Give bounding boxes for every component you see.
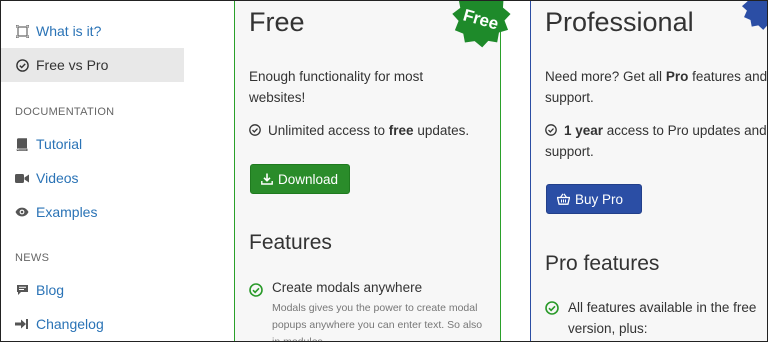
access-text-post: updates. <box>413 123 470 138</box>
sidebar-item-what-is-it[interactable]: What is it? <box>1 14 184 48</box>
features-title: Features <box>249 231 332 254</box>
shopping-basket-icon <box>557 193 570 205</box>
comment-icon <box>15 283 29 297</box>
green-check-circle-icon <box>545 301 559 315</box>
download-button[interactable]: Download <box>250 164 350 194</box>
check-circle-icon <box>545 124 557 136</box>
buy-pro-button[interactable]: Buy Pro <box>546 184 642 214</box>
pro-features-title: Pro features <box>545 252 660 275</box>
pro-intro-pre: Need more? Get all <box>545 69 666 84</box>
free-title: Free <box>249 7 305 37</box>
sidebar-item-videos[interactable]: Videos <box>1 161 184 195</box>
feature-title: Create modals anywhere <box>272 280 423 295</box>
pro-badge <box>741 1 767 30</box>
green-check-circle-icon <box>249 283 263 297</box>
sidebar-item-label: Free vs Pro <box>36 57 109 73</box>
pro-intro: Need more? Get all Pro features and supp… <box>545 66 767 108</box>
free-badge: Free <box>452 1 511 48</box>
access-text-bold: free <box>388 123 414 138</box>
pro-intro-bold: Pro <box>665 69 689 84</box>
sidebar-item-label: Videos <box>36 170 79 186</box>
download-label: Download <box>278 171 339 187</box>
sidebar-item-free-vs-pro[interactable]: Free vs Pro <box>1 48 184 82</box>
page-frame: What is it? Free vs Pro DOCUMENTATION Tu… <box>0 0 768 342</box>
pro-title: Professional <box>545 7 694 37</box>
documentation-heading: DOCUMENTATION <box>15 106 115 118</box>
check-circle-icon <box>249 124 261 136</box>
sidebar-item-blog[interactable]: Blog <box>1 273 184 307</box>
sidebar-item-changelog[interactable]: Changelog <box>1 307 184 341</box>
buy-pro-label: Buy Pro <box>575 191 624 207</box>
sign-in-arrow-icon <box>15 317 29 331</box>
free-intro: Enough functionality for most websites! <box>249 69 424 105</box>
sidebar-item-label: Changelog <box>36 316 104 332</box>
pro-feature-title: All features available in the free versi… <box>568 300 757 336</box>
pro-plan-panel: Professional Need more? Get all Pro feat… <box>530 1 767 341</box>
book-icon <box>15 137 29 151</box>
video-camera-icon <box>15 171 29 185</box>
sidebar-item-label: Tutorial <box>36 136 83 152</box>
sidebar-item-examples[interactable]: Examples <box>1 195 184 229</box>
free-access-line: Unlimited access to free updates. <box>249 120 469 141</box>
check-circle-icon <box>15 58 29 72</box>
sidebar-item-label: Blog <box>36 282 65 298</box>
news-heading: NEWS <box>15 252 50 264</box>
pro-access-bold: 1 year <box>564 123 604 138</box>
access-text-pre: Unlimited access to <box>268 123 389 138</box>
sidebar-item-tutorial[interactable]: Tutorial <box>1 127 184 161</box>
sidebar-item-label: What is it? <box>36 23 102 39</box>
sidebar: What is it? Free vs Pro DOCUMENTATION Tu… <box>1 1 184 341</box>
pro-access-line: 1 year access to Pro updates and support… <box>545 120 767 162</box>
download-icon <box>261 173 273 185</box>
feature-description: Modals gives you the power to create mod… <box>272 302 483 342</box>
sidebar-item-label: Examples <box>36 204 98 220</box>
eye-icon <box>15 205 29 219</box>
expand-square-icon <box>15 24 29 38</box>
